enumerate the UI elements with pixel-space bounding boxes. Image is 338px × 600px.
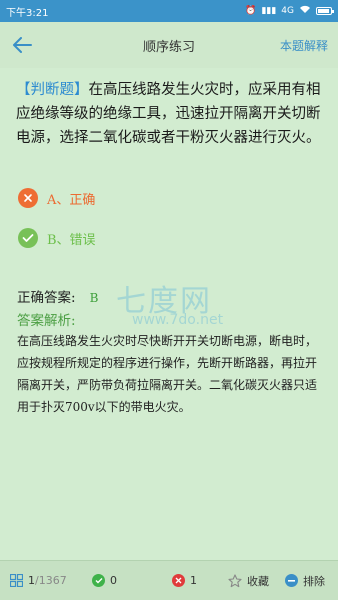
check-circle-icon	[92, 574, 105, 587]
option-a[interactable]: A、正确	[18, 188, 95, 208]
option-a-label: A、正确	[47, 192, 96, 208]
question-type-label: 【判断题】	[16, 82, 89, 98]
remove-button[interactable]: 排除	[285, 573, 325, 589]
explain-button[interactable]: 本题解释	[280, 37, 328, 54]
network-label: 4G	[281, 6, 294, 16]
check-icon	[18, 228, 38, 248]
correct-count[interactable]: 0	[92, 574, 117, 587]
back-button[interactable]	[10, 33, 34, 57]
analysis-label: 答案解析:	[17, 313, 76, 329]
battery-icon	[316, 7, 334, 15]
alarm-icon: ⏰	[245, 6, 257, 16]
question-text: 【判断题】在高压线路发生火灾时，应采用有相应绝缘等级的绝缘工具，迅速拉开隔离开关…	[16, 78, 326, 150]
wifi-icon	[299, 5, 311, 17]
correct-count-value: 0	[110, 574, 117, 587]
x-circle-icon	[172, 574, 185, 587]
progress-total: /1367	[35, 574, 67, 587]
x-icon	[18, 188, 38, 208]
status-bar: 下午3:21 ⏰ ▮▮▮ 4G	[0, 0, 338, 22]
wrong-count[interactable]: 1	[172, 574, 197, 587]
status-icons: ⏰ ▮▮▮ 4G	[245, 5, 334, 17]
correct-answer: 正确答案: B	[17, 286, 98, 306]
option-b[interactable]: B、错误	[18, 228, 96, 248]
progress-current: 1	[28, 574, 35, 587]
arrow-left-icon	[13, 37, 32, 53]
grid-icon	[10, 574, 23, 587]
bottom-bar: 1/1367 0 1 收藏 排除	[0, 560, 338, 600]
signal-icon: ▮▮▮	[261, 6, 277, 16]
status-time: 下午3:21	[6, 7, 49, 19]
remove-label: 排除	[303, 574, 325, 588]
analysis-text: 在高压线路发生火灾时尽快断开开关切断电源，断电时，应按规程所规定的程序进行操作，…	[17, 334, 318, 414]
minus-circle-icon	[285, 574, 298, 587]
favorite-button[interactable]: 收藏	[228, 573, 269, 589]
correct-answer-label: 正确答案:	[17, 290, 76, 306]
star-icon	[228, 573, 242, 588]
favorite-label: 收藏	[247, 574, 269, 588]
correct-answer-value: B	[89, 291, 99, 305]
wrong-count-value: 1	[190, 574, 197, 587]
watermark-url: www.7do.net	[132, 312, 224, 328]
nav-header: 顺序练习 本题解释	[0, 22, 338, 68]
option-b-label: B、错误	[47, 232, 96, 248]
question-grid-button[interactable]: 1/1367	[10, 574, 67, 587]
